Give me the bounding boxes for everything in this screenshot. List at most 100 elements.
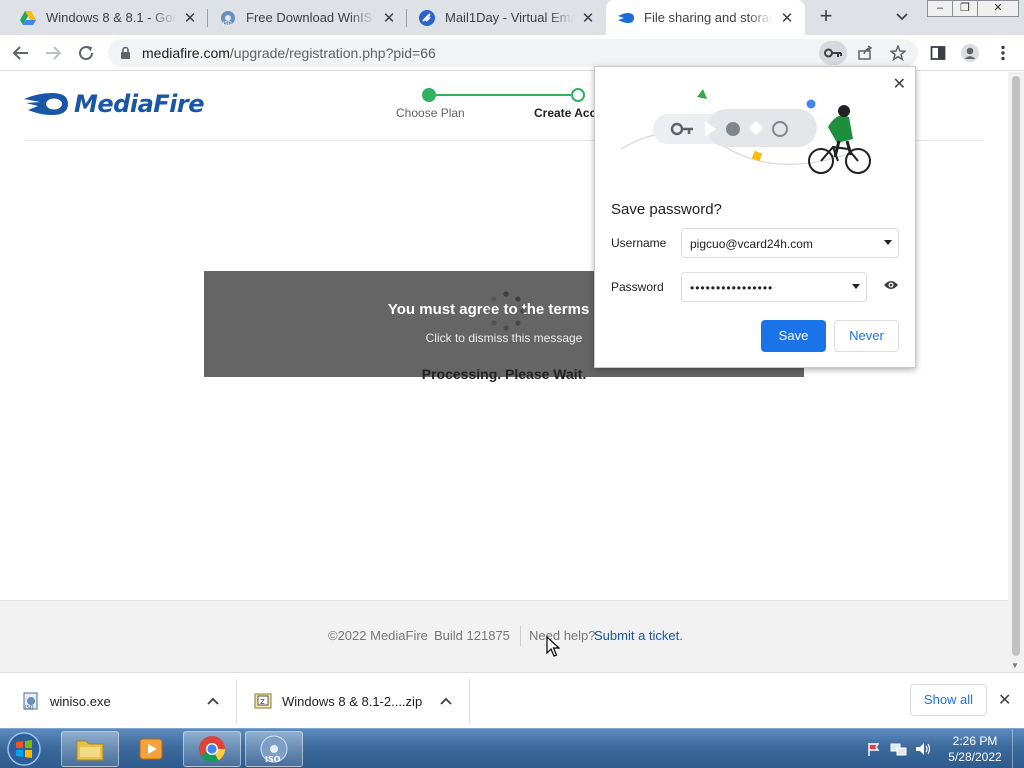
tab-google-drive[interactable]: Windows 8 & 8.1 - Google Drive ✕ bbox=[8, 0, 208, 35]
shelf-divider bbox=[469, 679, 470, 723]
minimize-button[interactable]: – bbox=[927, 0, 953, 17]
footer-divider bbox=[520, 626, 521, 646]
bookmark-star-icon[interactable] bbox=[886, 41, 910, 65]
step-dot-complete bbox=[422, 88, 436, 102]
scroll-down-arrow-icon[interactable]: ▼ bbox=[1011, 661, 1019, 670]
url-path: /upgrade/registration.php?pid=66 bbox=[229, 45, 436, 61]
submit-ticket-link[interactable]: Submit a ticket. bbox=[594, 628, 683, 643]
password-key-icon[interactable] bbox=[819, 41, 847, 65]
svg-text:ISO: ISO bbox=[265, 755, 281, 764]
close-tab-icon[interactable]: ✕ bbox=[779, 10, 795, 27]
scrollbar-thumb[interactable] bbox=[1012, 76, 1020, 656]
footer-build: Build 121875 bbox=[434, 628, 510, 643]
profile-avatar-icon[interactable] bbox=[957, 40, 983, 66]
close-window-button[interactable]: ✕ bbox=[977, 0, 1019, 17]
download-item-winiso[interactable]: ISO winiso.exe bbox=[22, 681, 111, 721]
show-password-eye-icon[interactable] bbox=[883, 279, 899, 291]
shelf-divider bbox=[236, 679, 237, 723]
tab-title: Mail1Day - Virtual Email Generator bbox=[445, 10, 574, 25]
mediafire-icon bbox=[618, 10, 634, 26]
svg-text:ISO: ISO bbox=[223, 21, 232, 26]
chrome-icon bbox=[199, 736, 226, 763]
back-icon[interactable] bbox=[8, 40, 34, 66]
media-player-icon bbox=[139, 738, 163, 760]
exe-file-icon: ISO bbox=[23, 692, 38, 710]
taskbar-chrome[interactable] bbox=[183, 731, 241, 767]
page-footer: ©2022 MediaFire Build 121875 Need help? … bbox=[0, 600, 1008, 672]
username-select[interactable]: pigcuo@vcard24h.com bbox=[681, 228, 899, 258]
chevron-up-icon[interactable] bbox=[436, 691, 456, 711]
restore-button[interactable]: ❐ bbox=[952, 0, 978, 17]
clock-date: 5/28/2022 bbox=[948, 750, 1002, 764]
reload-icon[interactable] bbox=[73, 40, 99, 66]
password-select[interactable]: •••••••••••••••• bbox=[681, 272, 867, 302]
action-center-flag-icon[interactable] bbox=[866, 741, 882, 757]
close-tab-icon[interactable]: ✕ bbox=[580, 10, 596, 27]
save-button[interactable]: Save bbox=[761, 320, 826, 352]
dialog-title: Save password? bbox=[611, 201, 722, 218]
download-item-zip[interactable]: Z Windows 8 & 8.1-2....zip bbox=[254, 681, 422, 721]
stepper-line bbox=[436, 94, 571, 96]
system-clock[interactable]: 2:26 PM 5/28/2022 bbox=[944, 733, 1006, 765]
step-label-choose-plan: Choose Plan bbox=[396, 106, 465, 120]
tab-title: Windows 8 & 8.1 - Google Drive bbox=[46, 10, 176, 25]
tab-winiso[interactable]: ISO Free Download WinISO Software ✕ bbox=[208, 0, 407, 35]
tab-strip: Windows 8 & 8.1 - Google Drive ✕ ISO Fre… bbox=[0, 0, 1024, 35]
start-button-icon[interactable] bbox=[4, 731, 44, 767]
side-panel-icon[interactable] bbox=[925, 40, 951, 66]
never-button[interactable]: Never bbox=[834, 320, 899, 352]
share-icon[interactable] bbox=[853, 41, 877, 65]
download-shelf: ISO winiso.exe Z Windows 8 & 8.1-2....zi… bbox=[0, 672, 1024, 728]
registration-stepper: Choose Plan Create Acc bbox=[380, 88, 610, 128]
processing-text: Processing. Please Wait. bbox=[421, 366, 587, 382]
lock-icon[interactable] bbox=[120, 46, 131, 63]
network-icon[interactable] bbox=[890, 741, 908, 757]
tab-title: Free Download WinISO Software bbox=[246, 10, 375, 25]
system-tray bbox=[862, 729, 932, 768]
folder-icon bbox=[76, 740, 104, 761]
chevron-up-icon[interactable] bbox=[203, 691, 223, 711]
close-tab-icon[interactable]: ✕ bbox=[182, 10, 198, 27]
google-drive-icon bbox=[20, 10, 36, 26]
download-filename: Windows 8 & 8.1-2....zip bbox=[282, 693, 423, 709]
taskbar-media-player[interactable] bbox=[122, 731, 180, 767]
winiso-icon: ISO bbox=[220, 10, 236, 26]
url-text[interactable]: mediafire.com/upgrade/registration.php?p… bbox=[142, 45, 436, 61]
page-scrollbar[interactable]: ▼ bbox=[1008, 72, 1024, 672]
password-illustration bbox=[620, 89, 871, 174]
username-value: pigcuo@vcard24h.com bbox=[690, 237, 813, 251]
close-icon[interactable]: ✕ bbox=[998, 690, 1011, 710]
address-bar[interactable]: mediafire.com/upgrade/registration.php?p… bbox=[108, 39, 918, 67]
volume-icon[interactable] bbox=[914, 741, 932, 757]
close-tab-icon[interactable]: ✕ bbox=[381, 10, 397, 27]
menu-kebab-icon[interactable] bbox=[990, 40, 1016, 66]
winiso-app-icon: ISO bbox=[260, 735, 288, 764]
clock-time: 2:26 PM bbox=[952, 734, 998, 748]
mediafire-logo[interactable]: MediaFire bbox=[24, 90, 205, 118]
footer-help-text: Need help? bbox=[529, 628, 596, 643]
footer-copyright: ©2022 MediaFire bbox=[328, 628, 428, 643]
logo-text: MediaFire bbox=[74, 90, 205, 118]
tab-title: File sharing and storage made simple bbox=[644, 10, 773, 25]
password-label: Password bbox=[611, 280, 664, 294]
show-all-button[interactable]: Show all bbox=[910, 684, 987, 716]
tab-mail1day[interactable]: Mail1Day - Virtual Email Generator ✕ bbox=[407, 0, 606, 35]
dropdown-arrow-icon bbox=[852, 284, 860, 289]
step-dot-current bbox=[571, 88, 585, 102]
username-label: Username bbox=[611, 236, 667, 250]
step-label-create-account: Create Acc bbox=[534, 106, 597, 120]
taskbar-winiso[interactable]: ISO bbox=[245, 731, 303, 767]
show-desktop-button[interactable] bbox=[1012, 729, 1024, 768]
download-filename: winiso.exe bbox=[50, 693, 111, 709]
forward-icon[interactable] bbox=[40, 40, 66, 66]
url-host: mediafire.com bbox=[142, 45, 230, 61]
mail1day-icon bbox=[419, 9, 435, 26]
svg-text:ISO: ISO bbox=[25, 705, 34, 710]
new-tab-button[interactable]: + bbox=[814, 5, 838, 29]
taskbar-explorer[interactable] bbox=[61, 731, 119, 767]
close-icon[interactable]: ✕ bbox=[893, 74, 906, 94]
mediafire-flame-icon bbox=[24, 93, 68, 115]
tab-search-chevron-icon[interactable] bbox=[894, 8, 914, 26]
tab-mediafire[interactable]: File sharing and storage made simple ✕ bbox=[606, 0, 805, 35]
svg-text:Z: Z bbox=[260, 698, 265, 706]
